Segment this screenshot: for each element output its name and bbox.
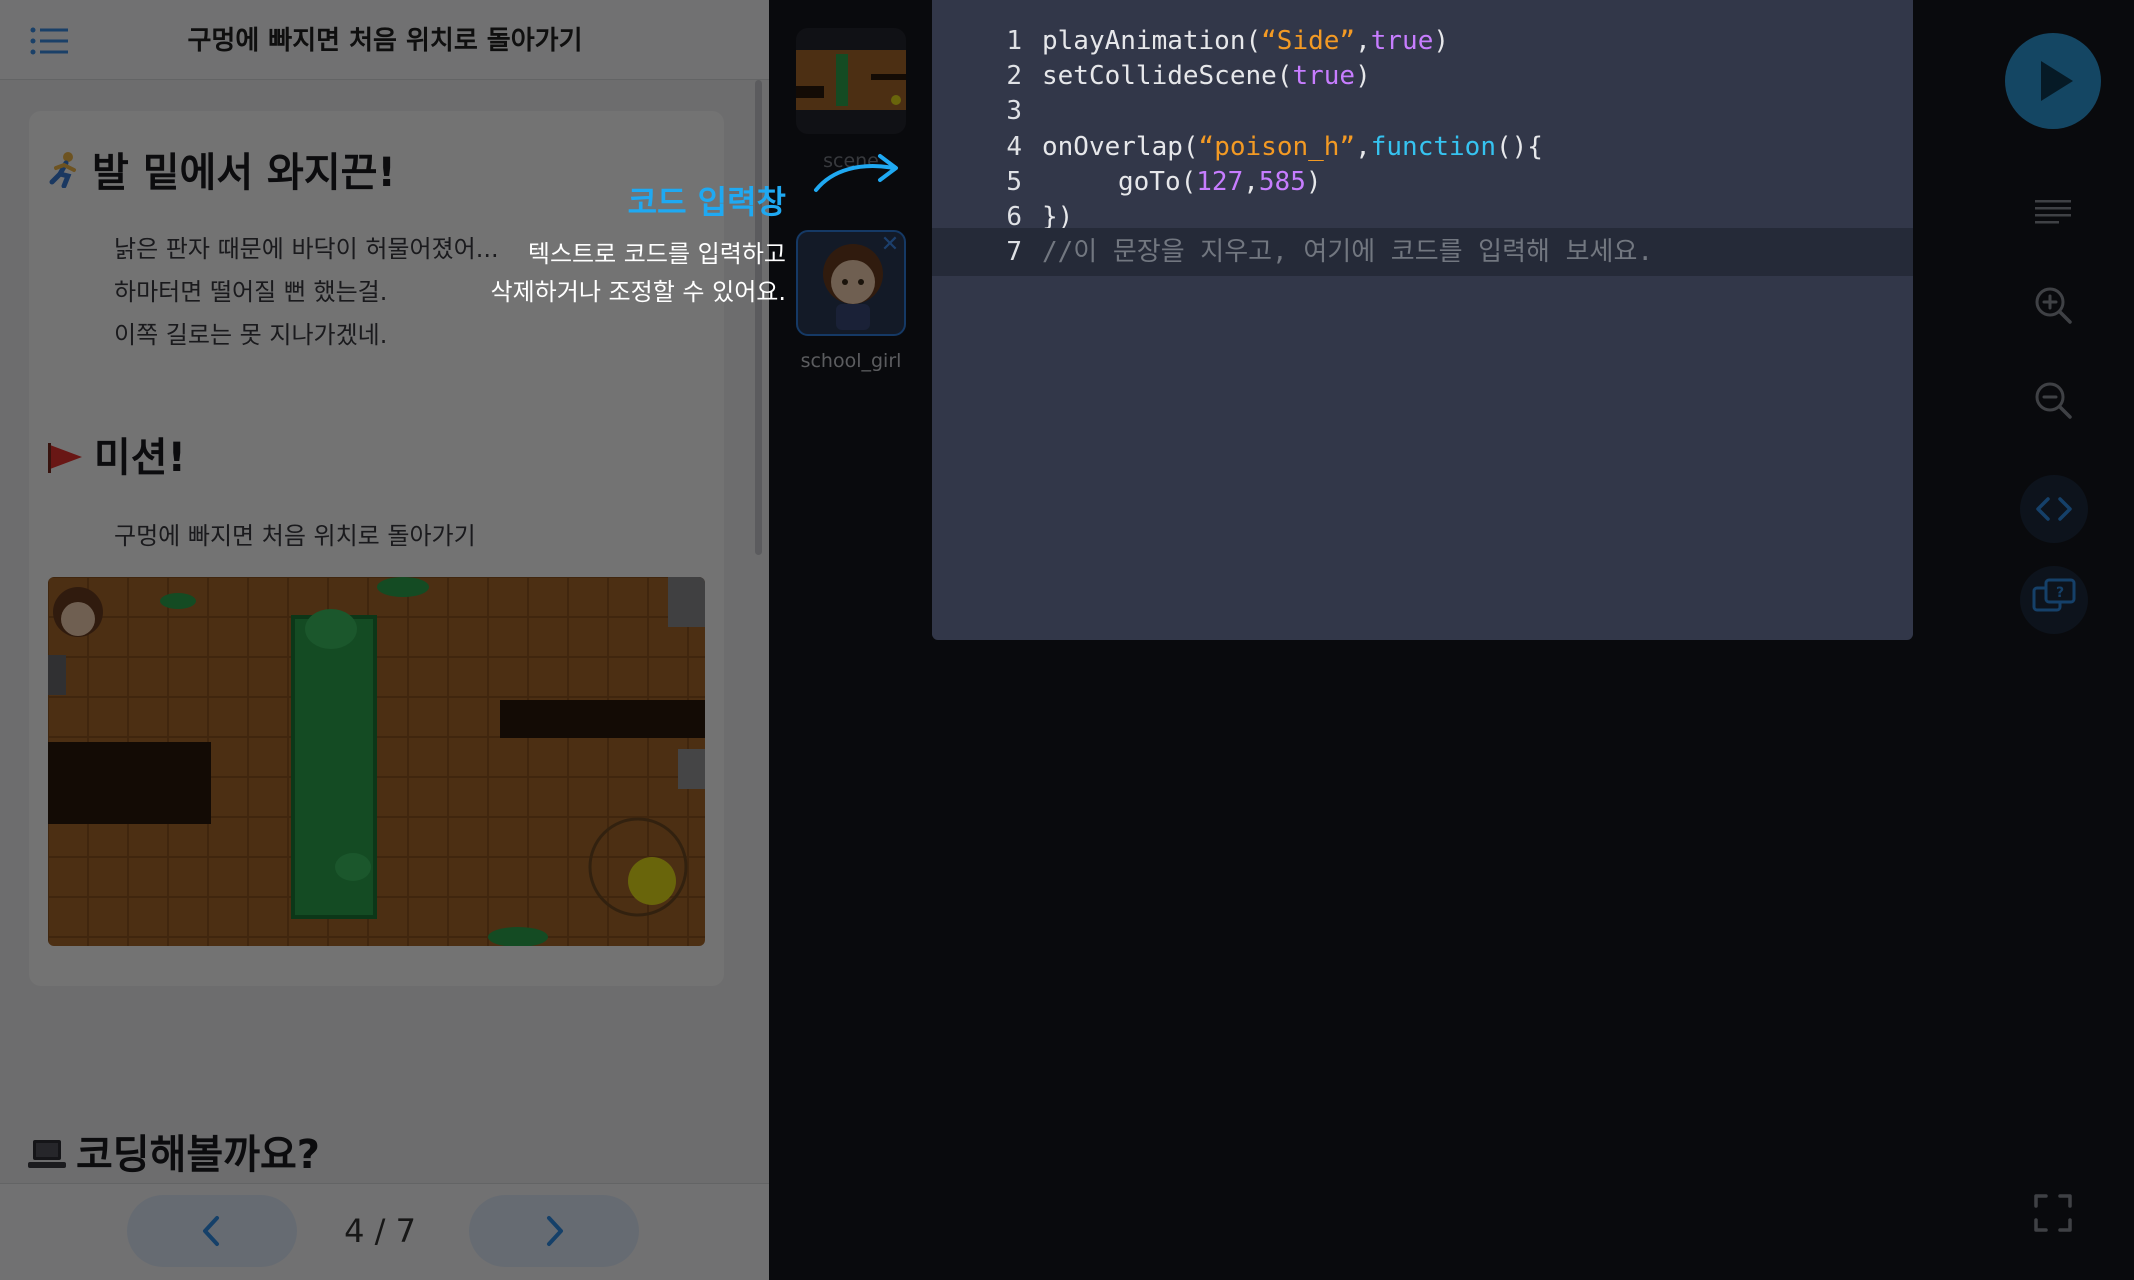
mission-text: 구멍에 빠지면 처음 위치로 돌아가기 [114, 522, 476, 550]
tutorial-title: 코드 입력창 [627, 183, 786, 221]
story-heading: 발 밑에서 와지끈! [48, 140, 396, 198]
lesson-header: 구멍에 빠지면 처음 위치로 돌아가기 [0, 0, 769, 80]
chevron-right-icon [547, 1216, 563, 1246]
story-line: 낡은 판자 때문에 바닥이 허물어졌어... [114, 235, 499, 263]
close-icon[interactable]: ✕ [879, 234, 901, 256]
previous-page-button[interactable] [127, 1195, 297, 1267]
content-scrollbar[interactable] [755, 80, 762, 555]
laptop-icon [28, 1134, 66, 1180]
help-chat-button[interactable]: ? [2020, 566, 2088, 634]
line-number: 7 [1006, 237, 1022, 268]
play-icon [2041, 61, 2073, 101]
mission-heading: 미션! [48, 425, 186, 483]
mission-heading-text: 미션! [94, 435, 186, 481]
align-lines-icon[interactable] [2033, 192, 2073, 232]
help-chat-icon: ? [2032, 578, 2076, 612]
story-heading-text: 발 밑에서 와지끈! [92, 150, 396, 196]
svg-text:?: ? [2056, 585, 2064, 601]
tutorial-text-line: 삭제하거나 조정할 수 있어요. [490, 278, 786, 306]
code-line[interactable]: 7 //이 문장을 지우고, 여기에 코드를 입력해 보세요. [932, 228, 1913, 277]
curved-arrow-icon [814, 154, 898, 192]
code-brackets-icon [2036, 497, 2072, 521]
code-view-button[interactable] [2020, 475, 2088, 543]
tutorial-text-line: 텍스트로 코드를 입력하고 [527, 240, 786, 268]
game-preview-image [48, 577, 705, 946]
run-button[interactable] [2005, 33, 2101, 129]
running-person-icon [48, 152, 82, 198]
code-editor[interactable]: 1 playAnimation(“Side”,true) 2 setCollideSc… [932, 0, 1913, 640]
zoom-in-icon[interactable] [2033, 285, 2073, 325]
page-indicator: 4 / 7 [344, 1212, 416, 1250]
sprite-label: school_girl [800, 350, 902, 372]
coding-heading: 코딩해볼까요? [28, 1122, 320, 1180]
fullscreen-icon[interactable] [2033, 1193, 2073, 1233]
code-text: //이 문장을 지우고, 여기에 코드를 입력해 보세요. [1042, 228, 1653, 276]
zoom-out-icon[interactable] [2033, 380, 2073, 420]
story-line: 이쪽 길로는 못 지나가겠네. [114, 321, 388, 349]
next-page-button[interactable] [469, 1195, 639, 1267]
red-flag-icon [48, 437, 84, 483]
scene-thumbnail[interactable] [796, 28, 906, 134]
coding-heading-text: 코딩해볼까요? [76, 1132, 321, 1178]
story-line: 하마터면 떨어질 뻔 했는걸. [114, 278, 388, 306]
lesson-title: 구멍에 빠지면 처음 위치로 돌아가기 [187, 26, 583, 56]
right-toolbar [1913, 0, 2134, 1280]
editor-empty-area [932, 640, 1913, 1280]
code-token: //이 문장을 지우고, 여기에 코드를 입력해 보세요. [1042, 237, 1654, 268]
chevron-left-icon [203, 1216, 219, 1246]
list-icon[interactable] [30, 27, 68, 55]
